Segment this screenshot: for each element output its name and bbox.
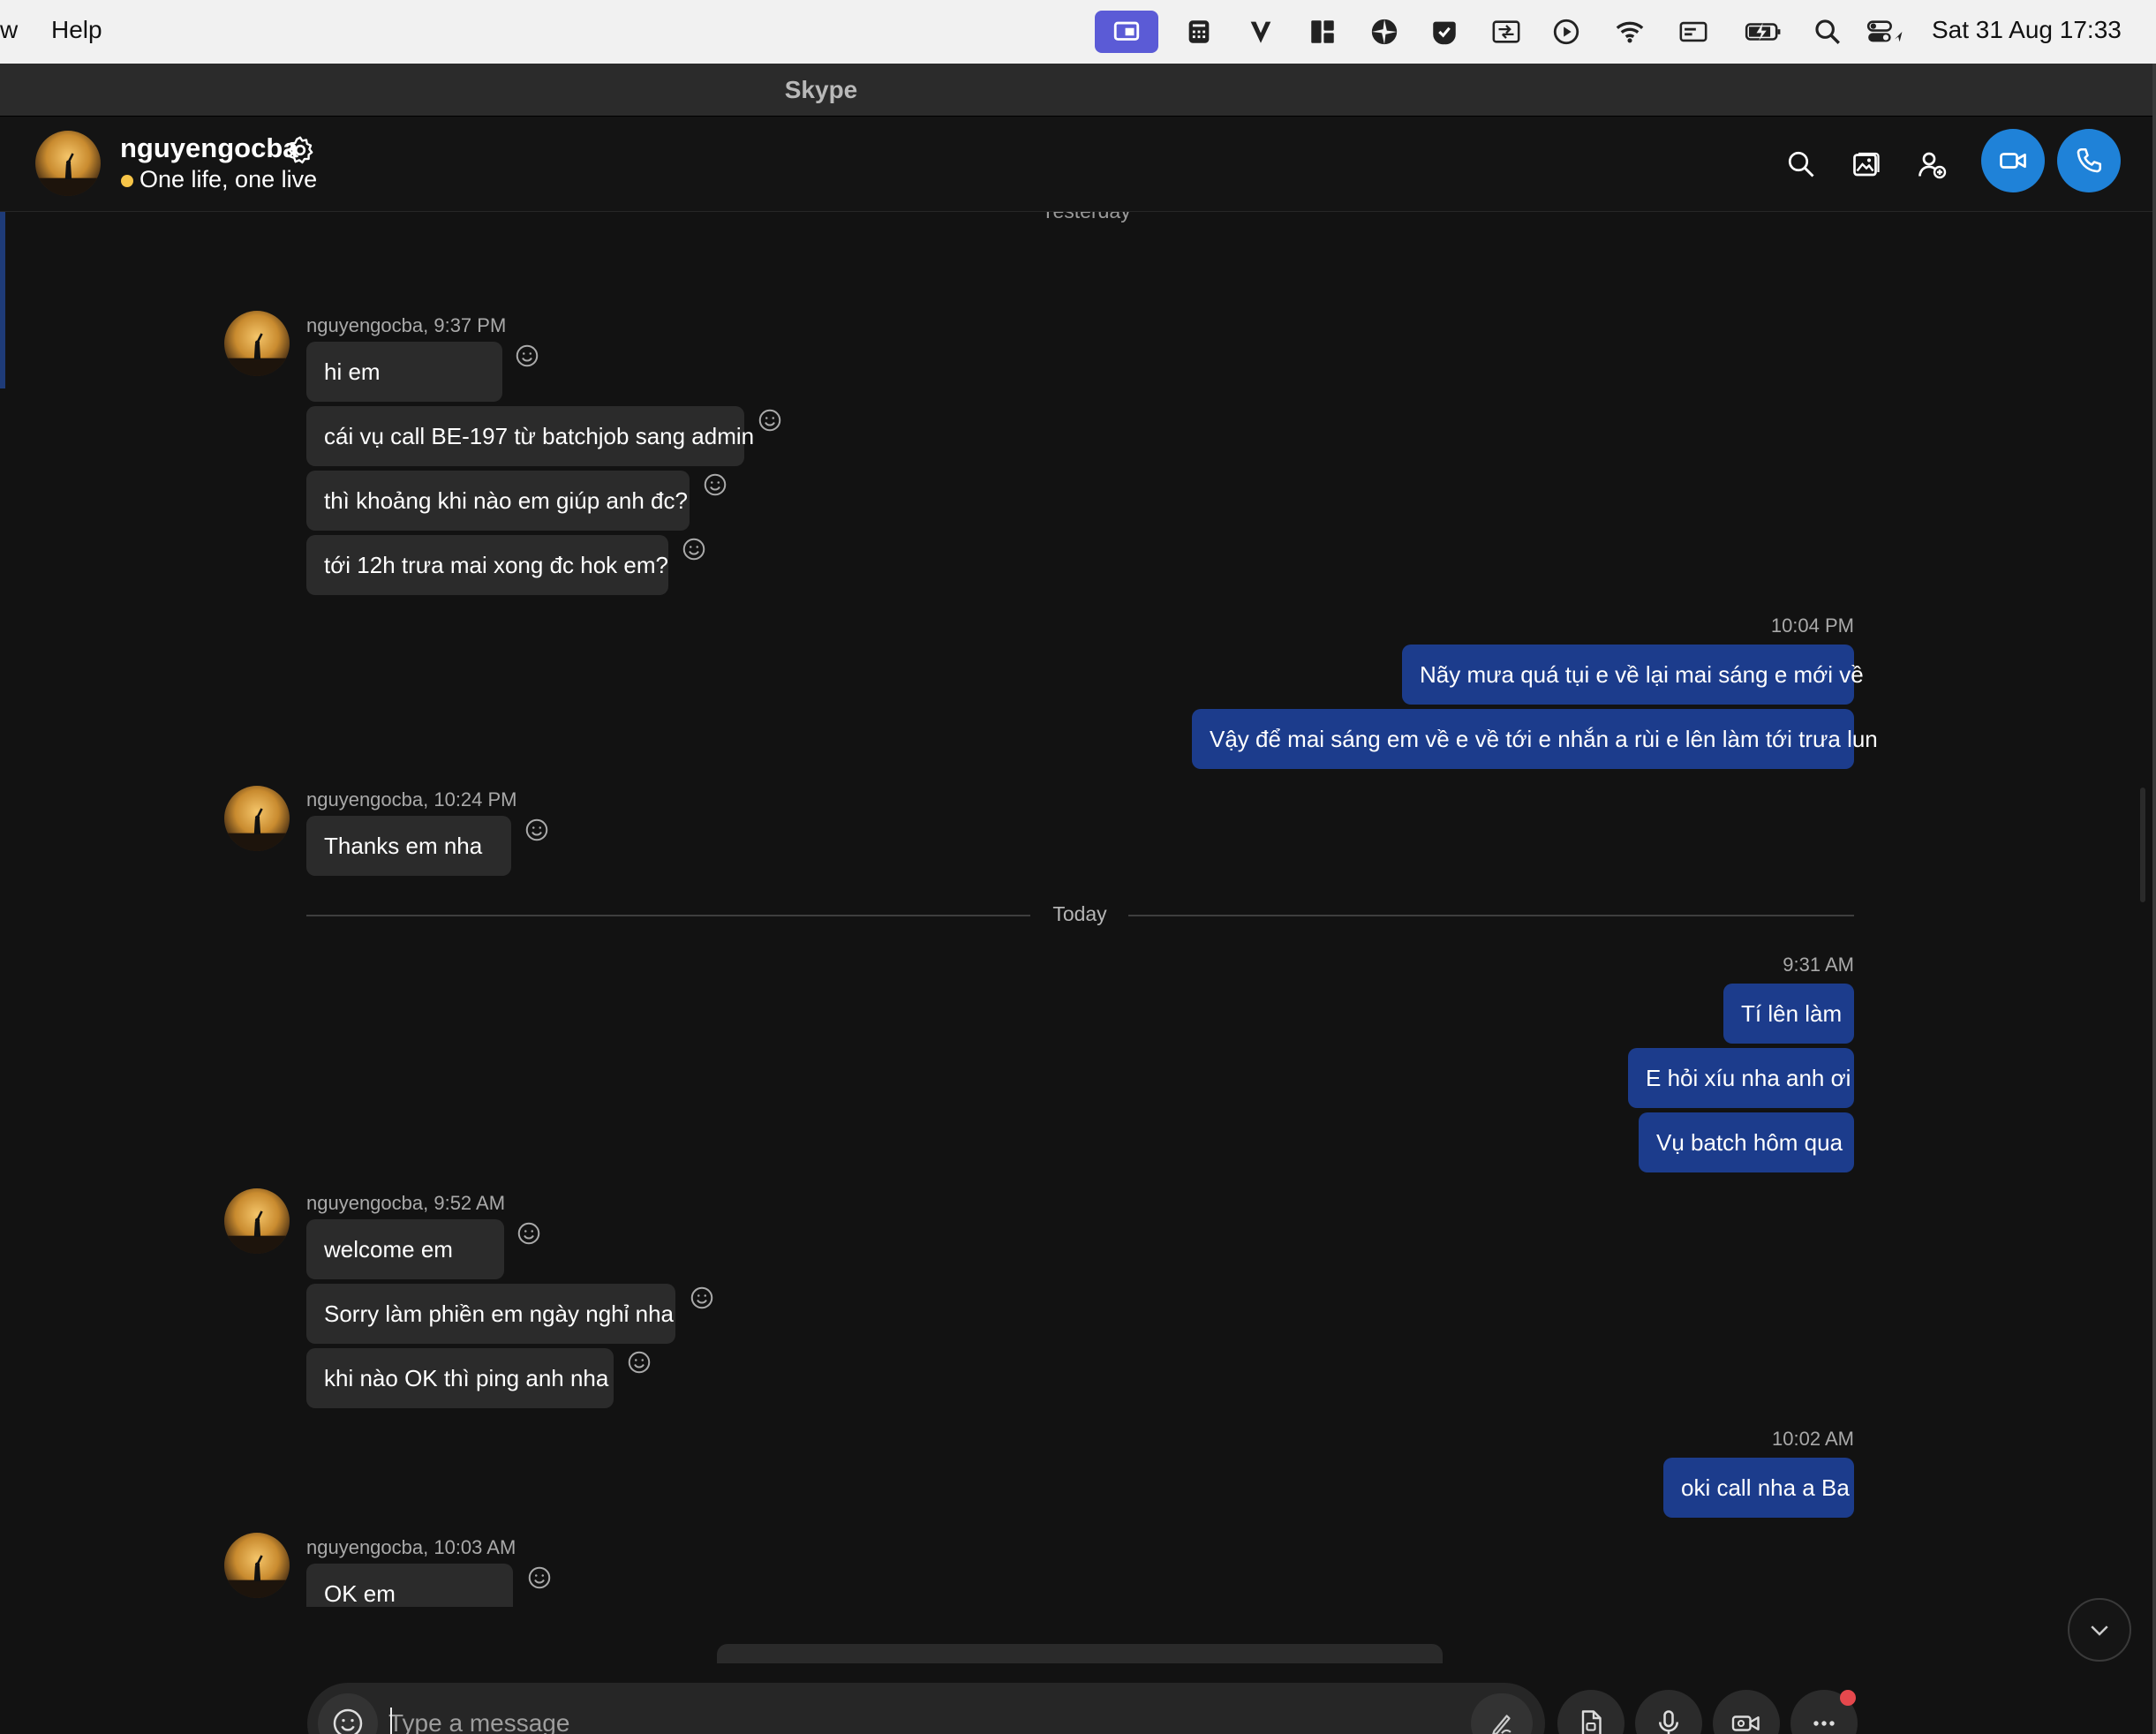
window-title: Skype	[784, 76, 858, 103]
contact-name[interactable]: nguyengocba	[120, 132, 298, 164]
sender-avatar[interactable]	[224, 1188, 290, 1254]
menubar-clock[interactable]: Sat 31 Aug 17:33	[1932, 16, 2122, 44]
message-bubble[interactable]: Vụ batch hôm qua	[1639, 1112, 1854, 1172]
scroll-to-bottom-button[interactable]	[2068, 1598, 2131, 1662]
message-bubble[interactable]: khi nào OK thì ping anh nha	[306, 1348, 614, 1408]
gear-icon[interactable]	[284, 134, 316, 166]
message-list[interactable]: Yesterday nguyengocba, 9:37 PM hi em cái…	[0, 212, 2152, 1607]
date-divider-today: Today	[1052, 902, 1107, 925]
calculator-icon[interactable]	[1180, 12, 1218, 51]
audio-call-button[interactable]	[2057, 129, 2121, 192]
scrollbar-thumb[interactable]	[2140, 788, 2145, 902]
checkmark-app-icon[interactable]	[1425, 12, 1464, 51]
message-bubble[interactable]: cái vụ call BE-197 từ batchjob sang admi…	[306, 406, 754, 466]
message-meta: nguyengocba, 10:03 AM	[306, 1536, 516, 1558]
message-bubble[interactable]: oki call nha a Ba	[1663, 1458, 1854, 1518]
reaction-smiley-icon[interactable]	[516, 1220, 542, 1247]
message-bubble[interactable]: hi em	[306, 342, 502, 402]
microphone-icon	[1658, 1710, 1679, 1734]
reaction-smiley-icon[interactable]	[681, 536, 707, 562]
message-bubble[interactable]: Thanks em nha	[306, 816, 511, 876]
gallery-icon[interactable]	[1847, 145, 1886, 184]
chat-header: nguyengocba One life, one live	[0, 117, 2152, 212]
sender-avatar[interactable]	[224, 786, 290, 851]
reaction-smiley-icon[interactable]	[757, 407, 783, 434]
reaction-smiley-icon[interactable]	[514, 343, 540, 369]
notification-peek-bar	[717, 1644, 1443, 1663]
window-title-bar: Skype	[0, 64, 2152, 117]
message-bubble[interactable]: welcome em	[306, 1219, 504, 1279]
smiley-icon	[333, 1708, 363, 1734]
reaction-smiley-icon[interactable]	[524, 817, 550, 843]
contact-mood-message: One life, one live	[139, 166, 318, 192]
message-meta: 9:31 AM	[1783, 954, 1854, 976]
display-icon[interactable]	[1674, 12, 1713, 51]
message-meta: nguyengocba, 10:24 PM	[306, 788, 517, 810]
message-bubble[interactable]: thì khoảng khi nào em giúp anh đc?	[306, 471, 690, 531]
divider-line	[1128, 915, 1854, 916]
menu-item-window[interactable]: w	[0, 16, 18, 44]
reaction-smiley-icon[interactable]	[689, 1285, 715, 1311]
macos-menu-bar: w Help Sat 31 Aug 17:33	[0, 0, 2156, 64]
grid-app-icon[interactable]	[1303, 12, 1342, 51]
message-meta: 10:02 AM	[1772, 1428, 1854, 1450]
video-message-icon	[1731, 1715, 1760, 1731]
wifi-icon[interactable]	[1610, 12, 1649, 51]
contact-avatar[interactable]	[35, 131, 101, 196]
menu-item-help[interactable]: Help	[51, 16, 102, 44]
screen-share-icon[interactable]	[1095, 11, 1158, 53]
pen-icon	[1492, 1715, 1511, 1734]
reaction-smiley-icon[interactable]	[702, 471, 728, 498]
ink-draw-button[interactable]	[1471, 1693, 1533, 1734]
message-bubble[interactable]: E hỏi xíu nha anh ơi	[1628, 1048, 1854, 1108]
sender-avatar[interactable]	[224, 311, 290, 376]
video-call-button[interactable]	[1981, 129, 2045, 192]
divider-line	[306, 915, 1030, 916]
chevron-down-icon	[2091, 1625, 2108, 1636]
v-app-icon[interactable]	[1241, 12, 1280, 51]
search-icon[interactable]	[1782, 145, 1821, 184]
message-meta: nguyengocba, 9:37 PM	[306, 314, 507, 336]
date-divider-yesterday: Yesterday	[998, 212, 1174, 223]
text-caret	[390, 1708, 392, 1734]
ellipsis-icon	[1813, 1721, 1835, 1726]
presence-dot	[121, 175, 133, 187]
keyboard-switch-icon[interactable]	[1487, 12, 1526, 51]
message-bubble[interactable]: Vậy để mai sáng em về e về tới e nhắn a …	[1192, 709, 1878, 769]
control-center-icon[interactable]	[1861, 12, 1911, 51]
sender-avatar[interactable]	[224, 1533, 290, 1598]
message-input[interactable]	[388, 1700, 1404, 1734]
play-circle-icon[interactable]	[1547, 12, 1586, 51]
send-file-button[interactable]	[1557, 1690, 1625, 1734]
skype-window: Skype nguyengocba One life, one live ngu…	[0, 64, 2156, 1734]
voice-message-button[interactable]	[1635, 1690, 1702, 1734]
add-people-icon[interactable]	[1912, 145, 1951, 184]
message-meta: 10:04 PM	[1770, 614, 1854, 637]
file-icon	[1581, 1710, 1602, 1734]
message-bubble[interactable]: Sorry làm phiền em ngày nghỉ nha	[306, 1284, 675, 1344]
battery-charging-icon[interactable]	[1739, 12, 1789, 51]
message-composer	[307, 1683, 1545, 1734]
spotlight-search-icon[interactable]	[1808, 12, 1847, 51]
message-bubble[interactable]: OK em	[306, 1564, 513, 1607]
message-meta: nguyengocba, 9:52 AM	[306, 1192, 506, 1214]
reaction-smiley-icon[interactable]	[626, 1349, 652, 1376]
emoji-button[interactable]	[318, 1693, 378, 1734]
message-bubble[interactable]: tới 12h trưa mai xong đc hok em?	[306, 535, 668, 595]
message-bubble[interactable]: Nãy mưa quá tụi e về lại mai sáng e mới …	[1402, 645, 1864, 705]
message-bubble[interactable]: Tí lên làm	[1723, 984, 1854, 1044]
notification-dot	[1840, 1690, 1856, 1706]
aperture-icon[interactable]	[1365, 12, 1404, 51]
video-message-button[interactable]	[1713, 1690, 1780, 1734]
reaction-smiley-icon[interactable]	[526, 1564, 553, 1591]
